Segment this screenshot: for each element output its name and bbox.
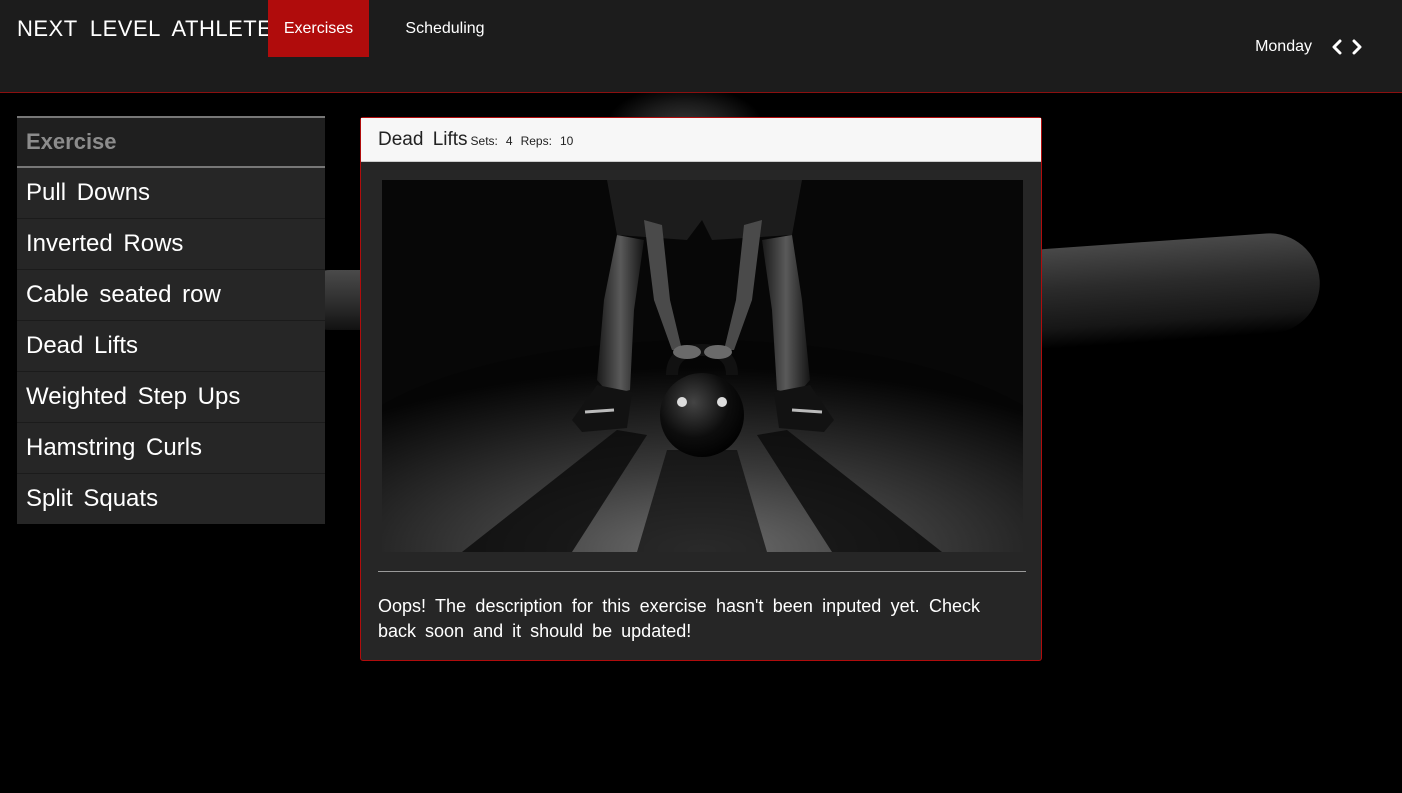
sidebar-item-hamstring-curls[interactable]: Hamstring Curls [17, 423, 325, 474]
chevron-left-icon[interactable] [1330, 36, 1344, 58]
exercise-detail-panel: Dead Lifts Sets: 4 Reps: 10 Oops! The de… [360, 117, 1042, 661]
exercise-description: Oops! The description for this exercise … [378, 596, 980, 641]
exercise-title: Dead Lifts [378, 129, 468, 150]
sidebar-item-dead-lifts[interactable]: Dead Lifts [17, 321, 325, 372]
panel-divider [378, 571, 1026, 572]
brand-logo[interactable]: NEXT LEVEL ATHLETES [17, 14, 288, 44]
sidebar-item-weighted-step-ups[interactable]: Weighted Step Ups [17, 372, 325, 423]
exercise-detail-header: Dead Lifts Sets: 4 Reps: 10 [361, 118, 1041, 162]
sidebar-item-cable-seated-row[interactable]: Cable seated row [17, 270, 325, 321]
exercise-list: Exercise Pull Downs Inverted Rows Cable … [17, 116, 325, 524]
background-photo-right-arm [1026, 230, 1324, 350]
tab-scheduling[interactable]: Scheduling [390, 0, 500, 57]
tab-scheduling-label: Scheduling [405, 20, 485, 37]
reps-value: 10 [559, 134, 574, 148]
sidebar-item-inverted-rows[interactable]: Inverted Rows [17, 219, 325, 270]
sidebar-item-split-squats[interactable]: Split Squats [17, 474, 325, 524]
reps-label: Reps: [520, 134, 552, 148]
tab-exercises-label: Exercises [283, 20, 354, 37]
exercise-list-header: Exercise [17, 118, 325, 168]
tab-exercises[interactable]: Exercises [268, 0, 369, 57]
exercise-photo [382, 180, 1023, 552]
kettlebell-deadlift-photo [382, 180, 1023, 552]
sidebar-item-pull-downs[interactable]: Pull Downs [17, 168, 325, 219]
day-navigator: Monday [1255, 36, 1364, 58]
current-day-label: Monday [1255, 38, 1312, 55]
app-page: NEXT LEVEL ATHLETES Exercises Scheduling… [0, 0, 1402, 793]
top-navbar: NEXT LEVEL ATHLETES Exercises Scheduling… [0, 0, 1402, 93]
chevron-right-icon[interactable] [1350, 36, 1364, 58]
sets-label: Sets: [470, 134, 498, 148]
sets-value: 4 [505, 134, 513, 148]
